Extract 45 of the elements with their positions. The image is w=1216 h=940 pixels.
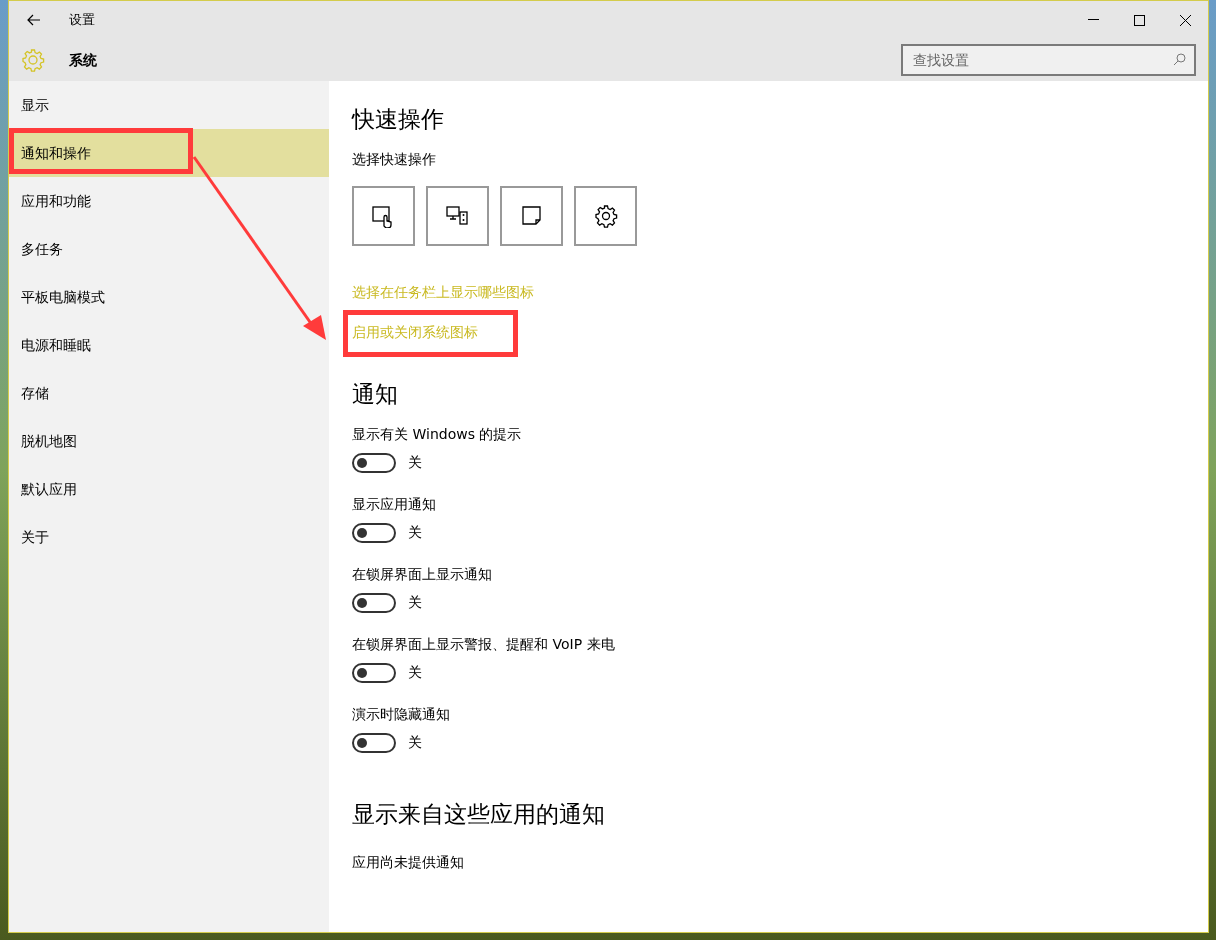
setting-label: 在锁屏界面上显示警报、提醒和 VoIP 来电 [352, 635, 616, 654]
section-heading: 快速操作 [352, 105, 445, 134]
toggle-switch[interactable] [352, 732, 396, 753]
sidebar-item[interactable]: 关于 [9, 513, 329, 561]
settings-gear-icon [21, 48, 45, 72]
toggle-switch[interactable] [352, 452, 396, 473]
sidebar-item[interactable]: 多任务 [9, 225, 329, 273]
sidebar-item[interactable]: 平板电脑模式 [9, 273, 329, 321]
close-icon [1179, 14, 1191, 26]
toggle-switch[interactable] [352, 522, 396, 543]
quick-action-tile[interactable] [574, 186, 637, 246]
quick-action-tile[interactable] [500, 186, 563, 246]
maximize-icon [1133, 14, 1145, 26]
section-subheading: 选择快速操作 [352, 150, 437, 169]
sidebar-item[interactable]: 默认应用 [9, 465, 329, 513]
sidebar-item[interactable]: 脱机地图 [9, 417, 329, 465]
minimize-icon [1087, 19, 1099, 21]
setting-label: 显示应用通知 [352, 495, 437, 514]
quick-action-tile[interactable] [426, 186, 489, 246]
back-arrow-icon [27, 14, 41, 26]
settings-icon [593, 204, 618, 228]
setting-label: 在锁屏界面上显示通知 [352, 565, 493, 584]
monitor-speaker-icon [445, 204, 470, 228]
page-title: 系统 [69, 50, 97, 70]
setting-label: 显示有关 Windows 的提示 [352, 425, 523, 444]
toggle-switch[interactable] [352, 592, 396, 613]
toggle-switch[interactable] [352, 662, 396, 683]
setting-label: 演示时隐藏通知 [352, 705, 451, 724]
sidebar-item[interactable]: 应用和功能 [9, 177, 329, 225]
window-title: 设置 [69, 11, 95, 30]
search-field[interactable]: 查找设置 [901, 44, 1196, 76]
toggle-state-label: 关 [408, 593, 422, 612]
section-heading: 通知 [352, 380, 399, 409]
note-icon [519, 204, 544, 228]
toggle-state-label: 关 [408, 523, 422, 542]
section-heading: 显示来自这些应用的通知 [352, 800, 606, 829]
toggle-state-label: 关 [408, 663, 422, 682]
search-icon [1173, 53, 1186, 66]
empty-message: 应用尚未提供通知 [352, 853, 465, 872]
sidebar-item[interactable]: 存储 [9, 369, 329, 417]
toggle-state-label: 关 [408, 733, 422, 752]
toggle-state-label: 关 [408, 453, 422, 472]
sidebar-item[interactable]: 电源和睡眠 [9, 321, 329, 369]
sidebar-item[interactable]: 显示 [9, 81, 329, 129]
quick-action-tile[interactable] [352, 186, 415, 246]
